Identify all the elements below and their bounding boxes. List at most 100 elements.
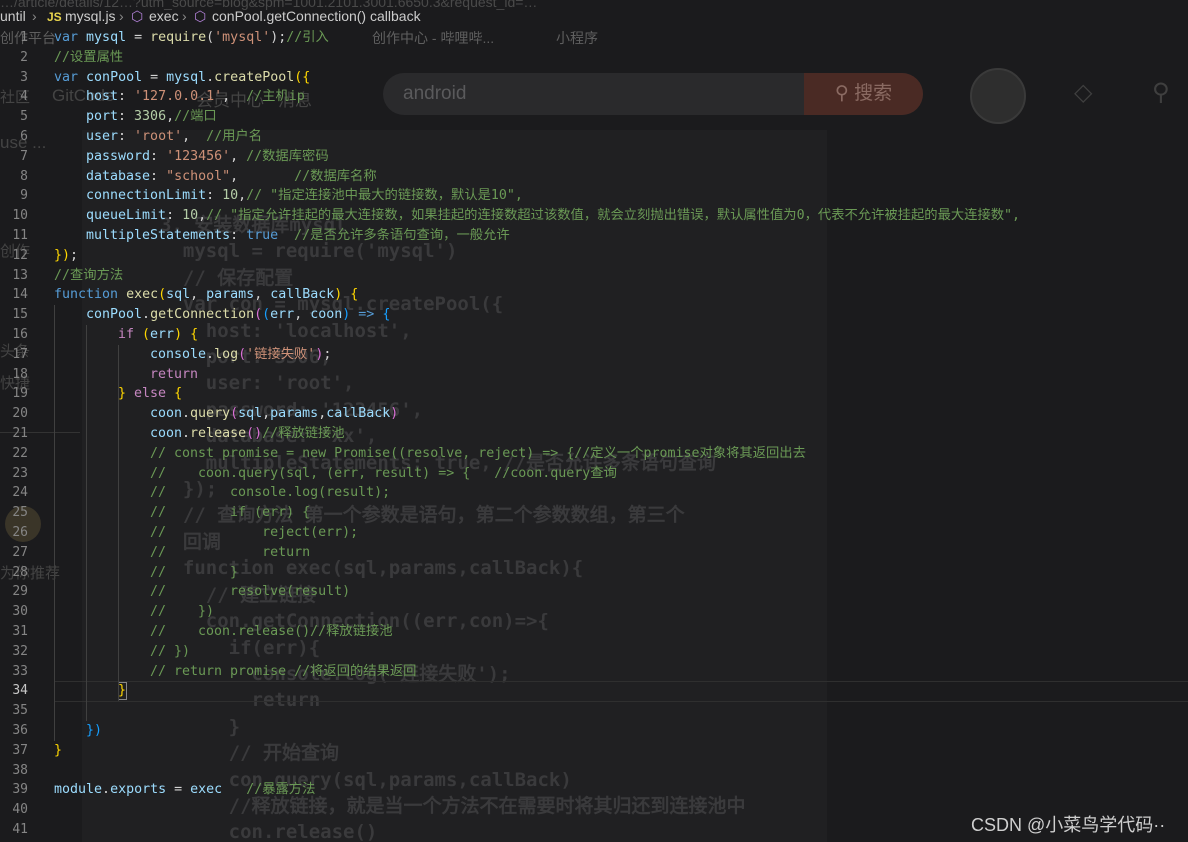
code-line[interactable]: multipleStatements: true //是否允许多条语句查询，一般… [86,226,510,246]
code-line[interactable]: // coon.release()//释放链接池 [150,622,393,642]
line-number: 28 [12,565,28,580]
line-number: 31 [12,624,28,639]
code-token: // coon.release()//释放链接池 [150,624,393,639]
code-token: 10 [222,188,239,203]
code-line[interactable]: connectionLimit: 10,// "指定连接池中最大的链接数，默认是… [86,186,523,206]
code-token: "school" [166,169,231,184]
code-line[interactable]: // console.log(result); [150,483,390,503]
code-line[interactable]: // reject(err); [150,523,358,543]
code-line[interactable]: // if (err) { [150,503,310,523]
code-token: release [190,426,247,441]
code-token: , [254,287,271,302]
code-token: //暴露方法 [246,782,316,797]
code-line[interactable]: // }) [150,602,214,622]
code-token: sql [238,406,263,421]
text-cursor [118,682,127,700]
code-token: params [270,406,319,421]
code-token: , [190,287,207,302]
chevron-right-icon: › [32,8,37,24]
code-token: // const promise = new Promise((resolve,… [150,446,806,461]
code-token: ( [142,327,151,342]
code-line[interactable]: user: 'root', //用户名 [86,127,262,147]
line-number: 23 [12,466,28,481]
code-token: ; [70,248,79,263]
code-token: , [294,307,311,322]
code-token: // return promise //将返回的结果返回 [150,664,417,679]
code-token: err [270,307,295,322]
bookmark-item: 小程序 [556,30,598,46]
code-line[interactable]: console.log('链接失败'); [150,345,331,365]
code-token: //数据库密码 [246,149,329,164]
code-line[interactable]: // return [150,543,310,563]
code-line[interactable]: // coon.query(sql, (err, result) => { //… [150,464,617,484]
code-line[interactable]: coon.query(sql,params,callBack) [150,404,398,424]
code-line[interactable]: }) [86,721,102,741]
watermark: CSDN @小菜鸟学代码·· [971,815,1166,835]
background-search-button-label: 搜索 [854,83,893,104]
line-number: 14 [12,287,28,302]
code-line[interactable]: module.exports = exec //暴露方法 [54,780,315,800]
code-token: // }) [150,604,215,619]
breadcrumb-function[interactable]: exec [149,8,179,24]
code-line[interactable]: coon.release()//释放链接池 [150,424,345,444]
code-token: } [118,386,127,401]
line-number: 10 [12,208,28,223]
line-number: 4 [20,89,28,104]
code-token: //数据库名称 [294,169,377,184]
code-line[interactable]: //查询方法 [54,266,123,286]
code-token: ( [206,30,215,45]
code-token: module [54,782,103,797]
code-line[interactable]: function exec(sql, params, callBack) { [54,285,358,305]
code-line[interactable]: host: '127.0.0.1', //主机ip [86,87,305,107]
code-token: ( [238,347,247,362]
code-token: //用户名 [206,129,263,144]
code-token: , [222,89,247,104]
code-token: , [230,169,295,184]
code-line[interactable]: database: "school", //数据库名称 [86,167,377,187]
line-number: 18 [12,367,28,382]
breadcrumb-callback[interactable]: conPool.getConnection() callback [212,8,421,24]
javascript-file-icon: JS [47,10,62,24]
code-line[interactable]: return [150,365,198,385]
code-token: queueLimit [86,208,167,223]
breadcrumb-file[interactable]: mysql.js [65,8,116,24]
code-line[interactable]: password: '123456', //数据库密码 [86,147,329,167]
code-token: ) [174,327,183,342]
code-line[interactable]: // return promise //将返回的结果返回 [150,662,416,682]
code-token: ; [323,347,332,362]
code-line[interactable]: }); [54,246,78,266]
code-line[interactable]: } [54,741,62,761]
code-token: exec [126,287,159,302]
code-token: return [150,367,199,382]
code-token: mysql [86,30,127,45]
indent-guide [86,325,87,721]
code-line[interactable]: var conPool = mysql.createPool({ [54,68,310,88]
line-number: 38 [12,763,28,778]
code-token: , [230,149,247,164]
code-line[interactable]: var mysql = require('mysql');//引入 [54,28,329,48]
code-token: //引入 [286,30,329,45]
code-line[interactable]: queueLimit: 10,// "指定允许挂起的最大连接数，如果挂起的连接数… [86,206,1020,226]
code-line[interactable]: } else { [118,384,182,404]
indent-guide [118,345,119,701]
code-line[interactable]: // } [150,563,238,583]
code-line[interactable]: conPool.getConnection((err, coon) => { [86,305,390,325]
code-line[interactable]: // resolve(result) [150,582,350,602]
line-number: 7 [20,149,28,164]
code-line[interactable]: port: 3306,//端口 [86,107,217,127]
code-token: var [54,70,79,85]
code-line[interactable]: //设置属性 [54,48,123,68]
code-token: ({ [294,70,311,85]
code-line[interactable]: // }) [150,642,190,662]
code-token: , [166,109,175,124]
line-number: 25 [12,505,28,520]
code-token: err [150,327,175,342]
breadcrumb-folder[interactable]: until [0,8,26,24]
code-token: : [150,149,167,164]
code-line[interactable]: // const promise = new Promise((resolve,… [150,444,806,464]
line-number: 36 [12,723,28,738]
code-line[interactable]: if (err) { [118,325,198,345]
